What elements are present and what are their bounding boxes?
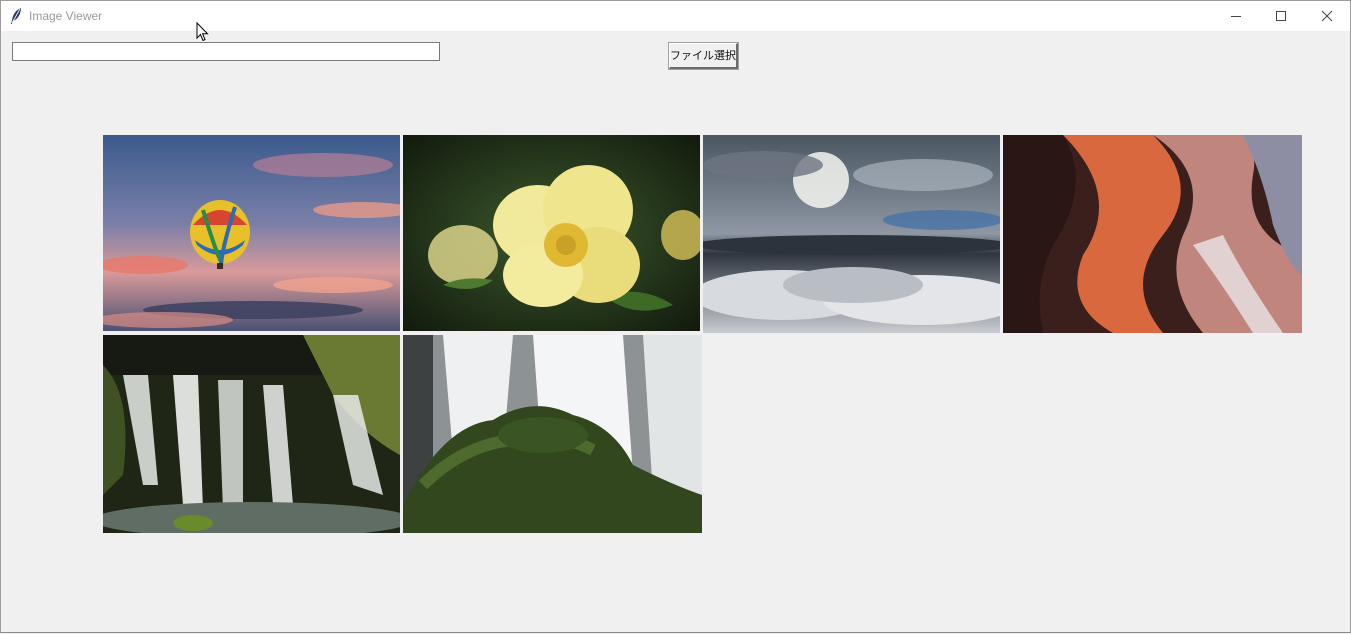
gallery-image-waterfall-moss: [103, 335, 400, 533]
minimize-button[interactable]: [1213, 1, 1259, 31]
maximize-button[interactable]: [1258, 1, 1304, 31]
image-viewer-window: Image Viewer ファイル選択: [0, 0, 1351, 633]
close-button[interactable]: [1304, 1, 1350, 31]
gallery-image-balloon: [103, 135, 400, 331]
minimize-icon: [1231, 16, 1241, 17]
file-path-input[interactable]: [12, 42, 440, 61]
mouse-cursor-icon: [196, 21, 209, 42]
feather-icon: [9, 7, 23, 25]
close-icon: [1321, 10, 1333, 22]
maximize-icon: [1276, 11, 1286, 21]
gallery-image-waterfall-tree: [403, 335, 702, 533]
gallery-image-clouds: [703, 135, 1000, 333]
window-title: Image Viewer: [29, 9, 103, 23]
file-select-button[interactable]: ファイル選択: [668, 42, 739, 70]
gallery-image-canyon: [1003, 135, 1302, 333]
gallery-image-flower: [403, 135, 700, 331]
